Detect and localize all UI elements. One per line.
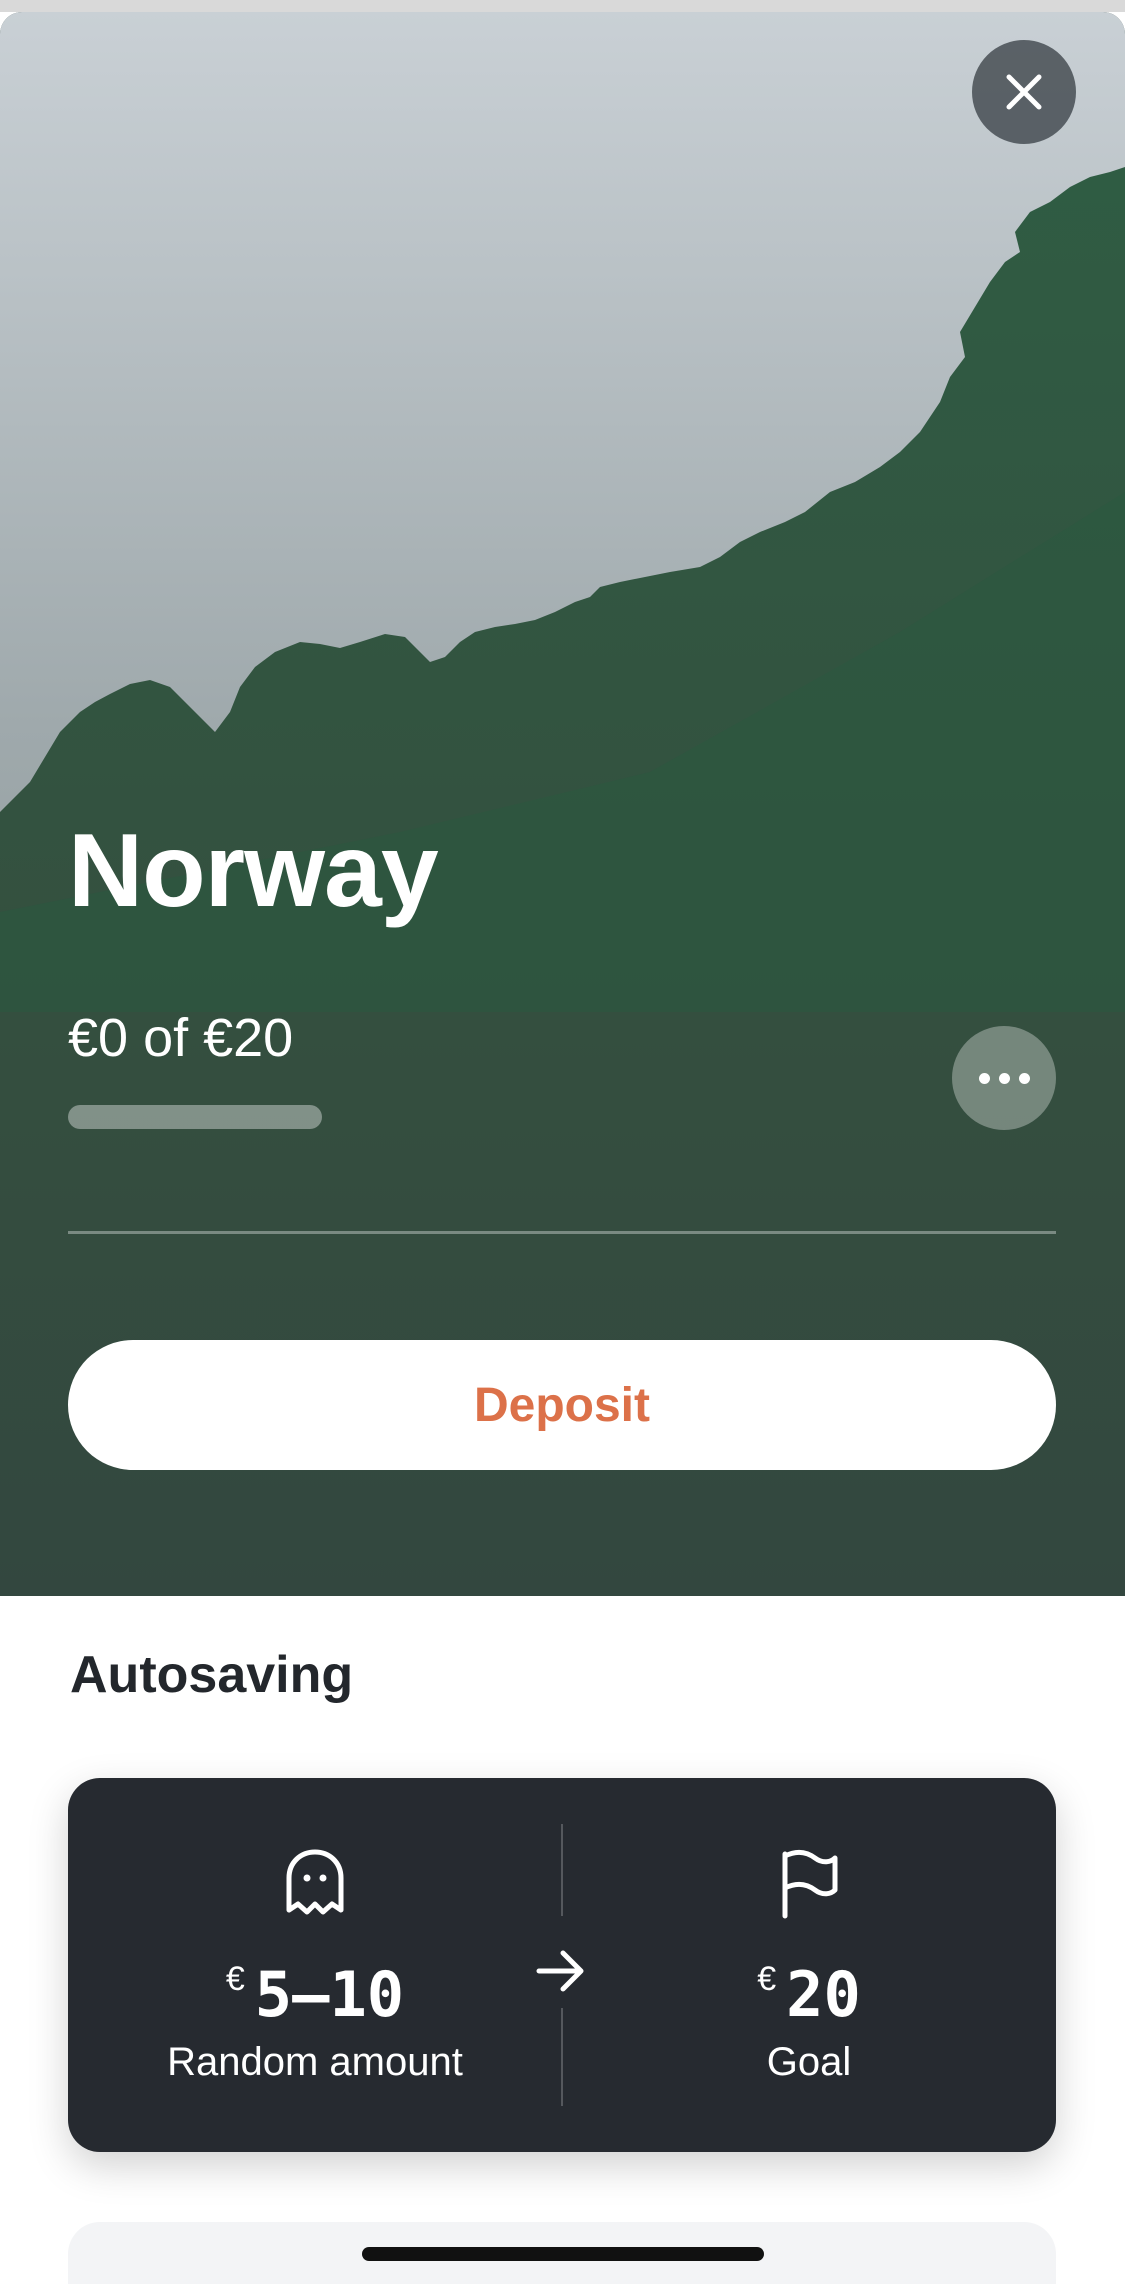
more-options-button[interactable] [952, 1026, 1056, 1130]
source-label: Random amount [167, 2040, 463, 2084]
close-icon [1006, 74, 1042, 110]
more-horizontal-icon [978, 1072, 990, 1084]
goal-progress-text: €0 of €20 [68, 1008, 294, 1068]
ghost-icon [286, 1849, 344, 1915]
target-currency: € [757, 1960, 777, 1998]
source-amount: € 5–10 [68, 1958, 562, 2031]
target-amount-value: 20 [786, 1958, 861, 2031]
divider [68, 1231, 1056, 1234]
autosave-target: € 20 Goal [562, 1778, 1056, 2152]
goal-progress-bar [68, 1105, 322, 1129]
close-button[interactable] [972, 40, 1076, 144]
arrow-right-icon [536, 1950, 584, 1992]
home-indicator [362, 2247, 764, 2261]
flag-icon [782, 1849, 838, 1919]
autosaving-heading: Autosaving [70, 1646, 354, 1704]
autosave-source: € 5–10 Random amount [68, 1778, 562, 2152]
status-strip [0, 0, 1125, 12]
target-amount: € 20 [562, 1958, 1056, 2031]
source-currency: € [225, 1960, 245, 1998]
target-label: Goal [766, 2040, 852, 2084]
goal-title: Norway [68, 813, 439, 929]
source-amount-value: 5–10 [254, 1958, 405, 2031]
goal-hero: Norway €0 of €20 Deposit [0, 12, 1125, 1596]
deposit-button[interactable]: Deposit [68, 1340, 1056, 1470]
